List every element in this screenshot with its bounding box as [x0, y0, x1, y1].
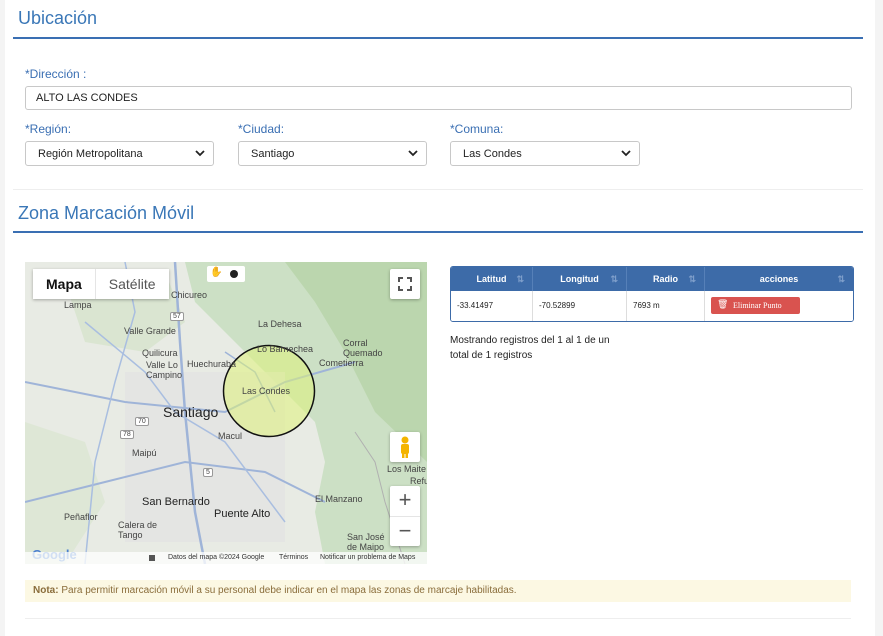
- map-label: Valle Grande: [124, 326, 176, 336]
- points-table: Latitud ⇅ Longitud ⇅ Radio ⇅ acciones ⇅ -33.…: [450, 266, 854, 322]
- map-label: La Dehesa: [258, 319, 302, 329]
- route-shield: 5: [203, 468, 213, 477]
- note-alert: Nota: Para permitir marcación móvil a su…: [25, 580, 851, 602]
- eliminar-punto-button[interactable]: 🗑 Eliminar Punto: [711, 297, 800, 314]
- map-label: Corral Quemado: [343, 338, 383, 358]
- ciudad-select[interactable]: Santiago: [238, 141, 427, 166]
- column-header-acciones[interactable]: acciones ⇅: [705, 267, 853, 291]
- map-label: Santiago: [163, 404, 219, 420]
- header-label: Radio: [652, 274, 678, 284]
- map-label: Puente Alto: [214, 508, 271, 520]
- comuna-select[interactable]: Las Condes: [450, 141, 640, 166]
- zoom-control: + −: [390, 486, 420, 546]
- table-header: Latitud ⇅ Longitud ⇅ Radio ⇅ acciones ⇅: [451, 267, 853, 291]
- map-label: Huechuraba: [187, 359, 237, 369]
- section-title-zona: Zona Marcación Móvil: [18, 203, 195, 223]
- chevron-down-icon: [195, 150, 205, 157]
- zoom-out-button[interactable]: −: [390, 517, 420, 546]
- ciudad-label: *Ciudad:: [238, 122, 285, 136]
- column-header-longitud[interactable]: Longitud ⇅: [533, 267, 627, 291]
- header-label: acciones: [759, 274, 799, 284]
- route-shield: 57: [170, 312, 184, 321]
- map-label: Peñaflor: [64, 512, 98, 522]
- map-label: Los Maite: [387, 464, 427, 474]
- keyboard-icon[interactable]: [149, 555, 155, 561]
- draw-circle-icon[interactable]: [230, 270, 238, 278]
- direccion-input[interactable]: ALTO LAS CONDES: [25, 86, 852, 110]
- map-label: San Bernardo: [142, 496, 210, 508]
- sort-icon: ⇅: [688, 274, 696, 284]
- map-attribution: Datos del mapa ©2024 Google Términos Not…: [25, 552, 427, 564]
- region-select-value: Región Metropolitana: [38, 148, 143, 160]
- map-label: Quilicura: [142, 348, 178, 358]
- map-type-control: Mapa Satélite: [33, 269, 169, 299]
- sort-icon: ⇅: [837, 274, 845, 284]
- map-label: Lampa: [64, 300, 92, 310]
- map-label: El Manzano: [315, 494, 363, 504]
- map-data-credit: Datos del mapa ©2024 Google: [168, 554, 265, 561]
- column-header-latitud[interactable]: Latitud ⇅: [451, 267, 533, 291]
- hand-icon[interactable]: ✋: [210, 267, 222, 278]
- header-label: Longitud: [560, 274, 599, 284]
- map-label: Macul: [218, 431, 243, 441]
- column-header-radio[interactable]: Radio ⇅: [627, 267, 705, 291]
- note-text: Para permitir marcación móvil a su perso…: [58, 585, 517, 596]
- drawing-tools: ✋: [207, 266, 245, 282]
- map-label: Refu: [410, 476, 427, 486]
- map-label: Calera de Tango: [118, 520, 158, 540]
- street-view-pegman[interactable]: [390, 432, 420, 462]
- header-label: Latitud: [476, 274, 507, 284]
- trash-icon: 🗑: [717, 300, 729, 310]
- comuna-label: *Comuna:: [450, 122, 504, 136]
- route-shield: 70: [135, 417, 149, 426]
- chevron-down-icon: [408, 150, 418, 157]
- chevron-down-icon: [621, 150, 631, 157]
- eliminar-punto-label: Eliminar Punto: [733, 301, 782, 310]
- bottom-separator: [25, 618, 851, 619]
- map-canvas[interactable]: Mapa Satélite ✋ + − Chicureo Lampa Valle…: [25, 262, 427, 564]
- section-divider: [13, 231, 863, 233]
- sort-icon: ⇅: [610, 274, 618, 284]
- terms-link[interactable]: Términos: [279, 554, 308, 561]
- map-label: Lo Barnechea: [257, 344, 314, 354]
- region-label: *Región:: [25, 122, 72, 136]
- map-type-satelite-tab[interactable]: Satélite: [94, 269, 169, 299]
- map-label: Chicureo: [171, 290, 208, 300]
- section-title-ubicacion: Ubicación: [18, 8, 98, 28]
- map-label: Maipú: [132, 448, 157, 458]
- map-label: Valle Lo Campino: [146, 360, 183, 380]
- fullscreen-button[interactable]: [390, 269, 420, 299]
- route-shield: 78: [120, 430, 134, 439]
- cell-radio: 7693 m: [627, 291, 705, 321]
- section-separator: [13, 189, 863, 190]
- zoom-in-button[interactable]: +: [390, 486, 420, 517]
- comuna-select-value: Las Condes: [463, 148, 522, 160]
- table-info: Mostrando registros del 1 al 1 de un tot…: [450, 335, 610, 361]
- sort-icon: ⇅: [516, 274, 524, 284]
- map-label: Cometierra: [319, 358, 364, 368]
- table-row: -33.41497 -70.52899 7693 m 🗑 Eliminar Pu…: [451, 291, 853, 321]
- section-divider: [13, 37, 863, 39]
- map-type-mapa-tab[interactable]: Mapa: [33, 269, 95, 299]
- direccion-label: *Dirección :: [25, 67, 87, 81]
- report-problem-link[interactable]: Notificar un problema de Maps: [320, 554, 415, 561]
- region-select[interactable]: Región Metropolitana: [25, 141, 214, 166]
- cell-latitud: -33.41497: [451, 291, 533, 321]
- map-label: San José de Maipo: [347, 532, 385, 552]
- note-bold-label: Nota:: [33, 585, 59, 596]
- fullscreen-icon: [398, 277, 412, 291]
- cell-longitud: -70.52899: [533, 291, 627, 321]
- pegman-icon: [401, 436, 409, 458]
- map-label: Las Condes: [242, 386, 291, 396]
- ciudad-select-value: Santiago: [251, 148, 295, 160]
